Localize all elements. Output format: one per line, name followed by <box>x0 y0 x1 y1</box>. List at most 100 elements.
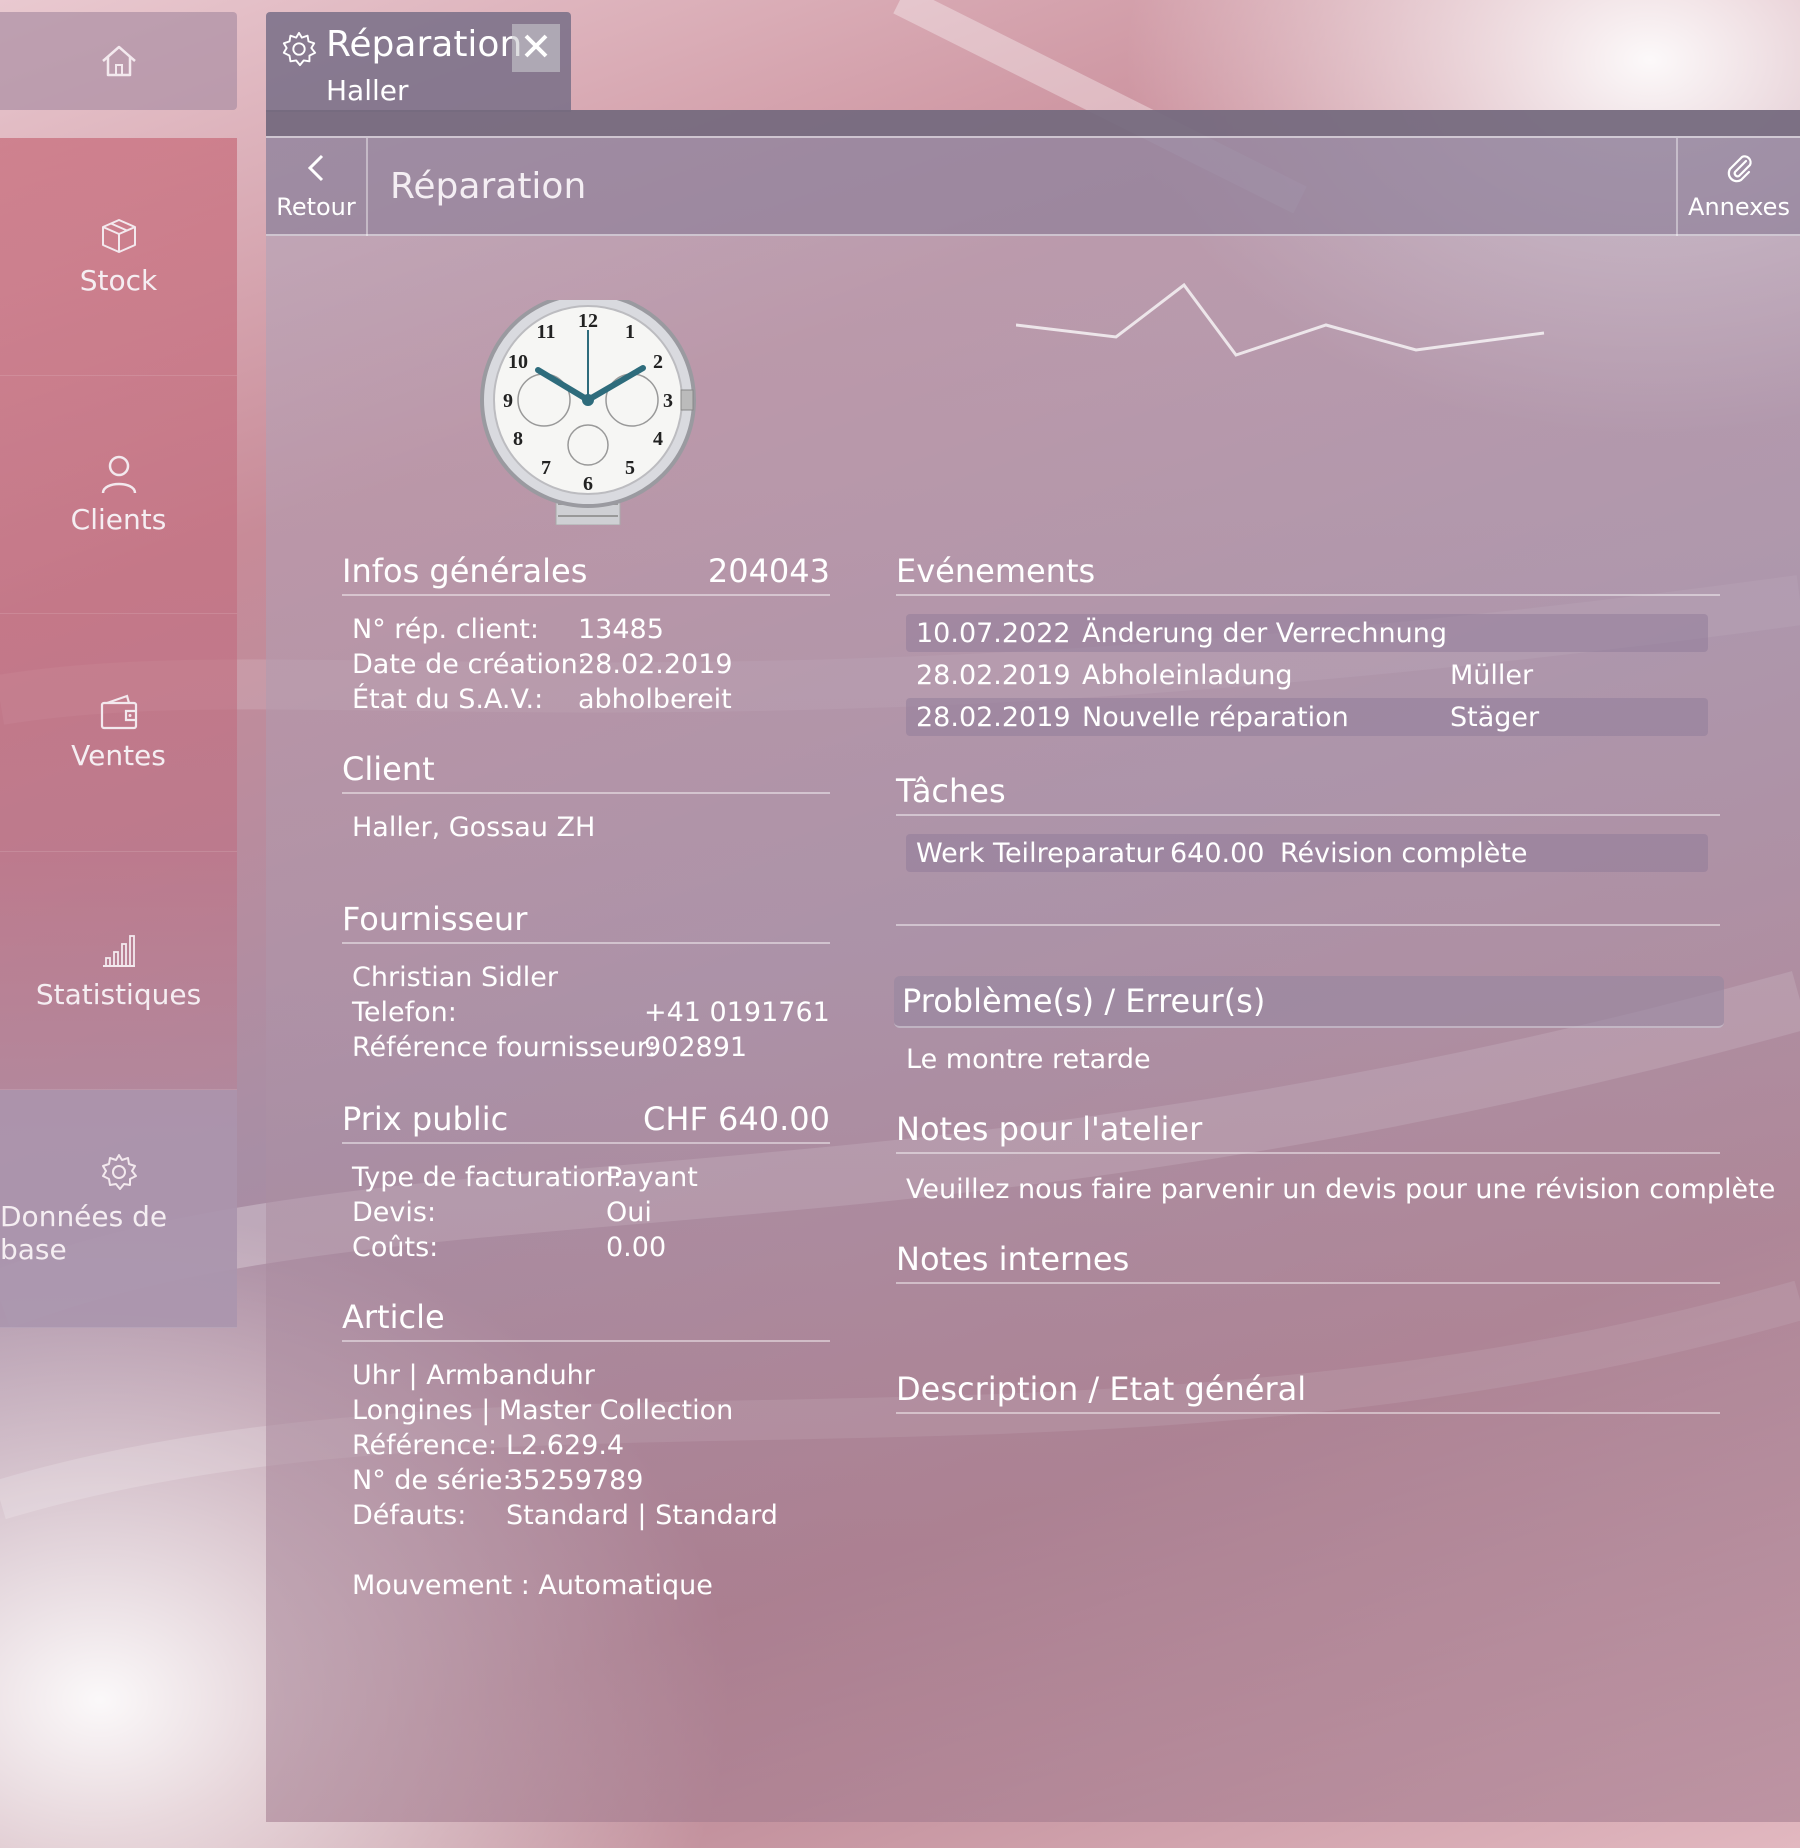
svg-text:2: 2 <box>653 351 663 373</box>
workshop-notes-title: Notes pour l'atelier <box>896 1110 1203 1148</box>
client-name[interactable]: Haller, Gossau ZH <box>352 812 595 843</box>
back-label: Retour <box>276 193 356 221</box>
chevron-left-icon <box>305 153 327 187</box>
supplier-info: Christian Sidler Telefon: +41 0191761 Réf… <box>352 960 830 1065</box>
event-row[interactable]: 10.07.2022 Änderung der Verrechnung <box>906 614 1708 652</box>
box-icon <box>99 216 139 256</box>
sidebar-item-statistiques[interactable]: Statistiques <box>0 852 237 1090</box>
price-value: CHF 640.00 <box>643 1100 830 1138</box>
svg-text:8: 8 <box>513 428 523 450</box>
problems-title: Problème(s) / Erreur(s) <box>902 982 1266 1020</box>
tab-subtitle: Haller <box>326 74 409 107</box>
user-icon <box>99 453 139 495</box>
internal-notes-title: Notes internes <box>896 1240 1130 1278</box>
general-info-heading: Infos générales 204043 <box>342 552 830 596</box>
field-label: Coûts: <box>352 1232 439 1263</box>
event-user: Müller <box>1450 659 1534 691</box>
field-value: 28.02.2019 <box>578 649 733 680</box>
event-date: 28.02.2019 <box>916 659 1071 691</box>
field-label: Devis: <box>352 1197 437 1228</box>
svg-text:5: 5 <box>625 457 635 479</box>
sidebar-item-clients[interactable]: Clients <box>0 376 237 614</box>
general-info-list: N° rép. client: 13485 Date de création: 28… <box>352 612 733 717</box>
attachments-label: Annexes <box>1688 193 1790 221</box>
description-heading: Description / Etat général <box>896 1370 1720 1414</box>
tasks-title: Tâches <box>896 772 1006 810</box>
field-label: N° de série: <box>352 1465 512 1496</box>
svg-text:11: 11 <box>537 321 556 343</box>
article-title: Article <box>342 1298 445 1336</box>
problems-heading[interactable]: Problème(s) / Erreur(s) <box>894 976 1724 1028</box>
sidebar-item-ventes[interactable]: Ventes <box>0 614 237 852</box>
repair-number: 204043 <box>707 552 830 590</box>
field-value: abholbereit <box>578 684 732 715</box>
toolbar: Retour Réparation Annexes <box>266 136 1800 236</box>
supplier-reference: 902891 <box>644 1032 748 1063</box>
event-date: 28.02.2019 <box>916 701 1071 733</box>
svg-text:7: 7 <box>541 457 551 479</box>
tab-title: Réparation <box>326 24 523 65</box>
task-amount: 640.00 <box>1170 837 1265 869</box>
client-title: Client <box>342 750 435 788</box>
article-info: Uhr | Armbanduhr Longines | Master Colle… <box>352 1358 778 1533</box>
sidebar-item-stock[interactable]: Stock <box>0 138 237 376</box>
field-label: Référence: <box>352 1430 498 1461</box>
main-panel: Retour Réparation Annexes 12 1 2 345 678 9… <box>266 110 1800 1822</box>
tab-strip <box>266 110 1800 136</box>
home-button[interactable] <box>0 12 237 110</box>
svg-text:6: 6 <box>583 473 593 495</box>
gear-icon <box>99 1152 139 1192</box>
watch-image: 12 12 345 678 91011 <box>480 300 696 525</box>
supplier-name: Christian Sidler <box>352 962 558 993</box>
svg-text:9: 9 <box>503 390 513 412</box>
tasks-heading: Tâches <box>896 772 1720 816</box>
events-title: Evénements <box>896 552 1096 590</box>
internal-notes-heading: Notes internes <box>896 1240 1720 1284</box>
attachments-button[interactable]: Annexes <box>1676 138 1800 236</box>
task-description: Révision complète <box>1280 837 1528 869</box>
tab-reparation[interactable]: Réparation Haller <box>266 12 571 112</box>
field-label: Telefon: <box>352 997 457 1028</box>
field-value: 13485 <box>578 614 664 645</box>
svg-text:1: 1 <box>625 321 635 343</box>
field-value: Standard | Standard <box>506 1500 778 1531</box>
events-heading: Evénements <box>896 552 1720 596</box>
field-value: 35259789 <box>506 1465 644 1496</box>
workshop-notes-text: Veuillez nous faire parvenir un devis po… <box>906 1174 1776 1205</box>
event-row[interactable]: 28.02.2019 Abholeinladung Müller <box>906 656 1708 694</box>
supplier-phone[interactable]: +41 0191761 <box>644 995 830 1030</box>
bar-chart-icon <box>99 930 139 970</box>
field-label: Défauts: <box>352 1500 467 1531</box>
field-label: Type de facturation: <box>352 1162 622 1193</box>
price-info: Type de facturation: Payant Devis: Oui Coû… <box>352 1160 698 1265</box>
sidebar-item-label: Données de base <box>0 1199 168 1266</box>
sidebar-item-label: Stock <box>79 264 158 297</box>
svg-text:10: 10 <box>508 351 528 373</box>
event-date: 10.07.2022 <box>916 617 1071 649</box>
supplier-heading: Fournisseur <box>342 900 830 944</box>
close-icon <box>522 32 550 64</box>
event-user: Stäger <box>1450 701 1540 733</box>
field-value: L2.629.4 <box>506 1430 625 1461</box>
sidebar-item-donnees-de-base[interactable]: Données de base <box>0 1090 237 1328</box>
workshop-notes-heading: Notes pour l'atelier <box>896 1110 1720 1154</box>
sparkline-decoration <box>1016 282 1545 357</box>
general-info-title: Infos générales <box>342 552 588 590</box>
problems-text: Le montre retarde <box>906 1044 1151 1075</box>
paperclip-icon <box>1724 153 1754 187</box>
event-text: Änderung der Verrechnung <box>1082 617 1447 649</box>
field-value: 0.00 <box>606 1232 667 1263</box>
event-text: Abholeinladung <box>1082 659 1293 691</box>
close-tab-button[interactable] <box>512 24 560 72</box>
event-row[interactable]: 28.02.2019 Nouvelle réparation Stäger <box>906 698 1708 736</box>
sidebar-item-label: Ventes <box>71 739 166 772</box>
task-row[interactable]: Werk Teilreparatur 640.00 Révision compl… <box>906 834 1708 872</box>
sidebar-item-label: Clients <box>70 503 167 536</box>
price-heading: Prix public CHF 640.00 <box>342 1100 830 1144</box>
home-icon <box>99 43 139 79</box>
field-label: N° rép. client: <box>352 614 539 645</box>
field-label: État du S.A.V.: <box>352 684 544 715</box>
back-button[interactable]: Retour <box>266 138 368 236</box>
wallet-icon <box>99 693 139 731</box>
article-brand: Longines | Master Collection <box>352 1395 734 1426</box>
